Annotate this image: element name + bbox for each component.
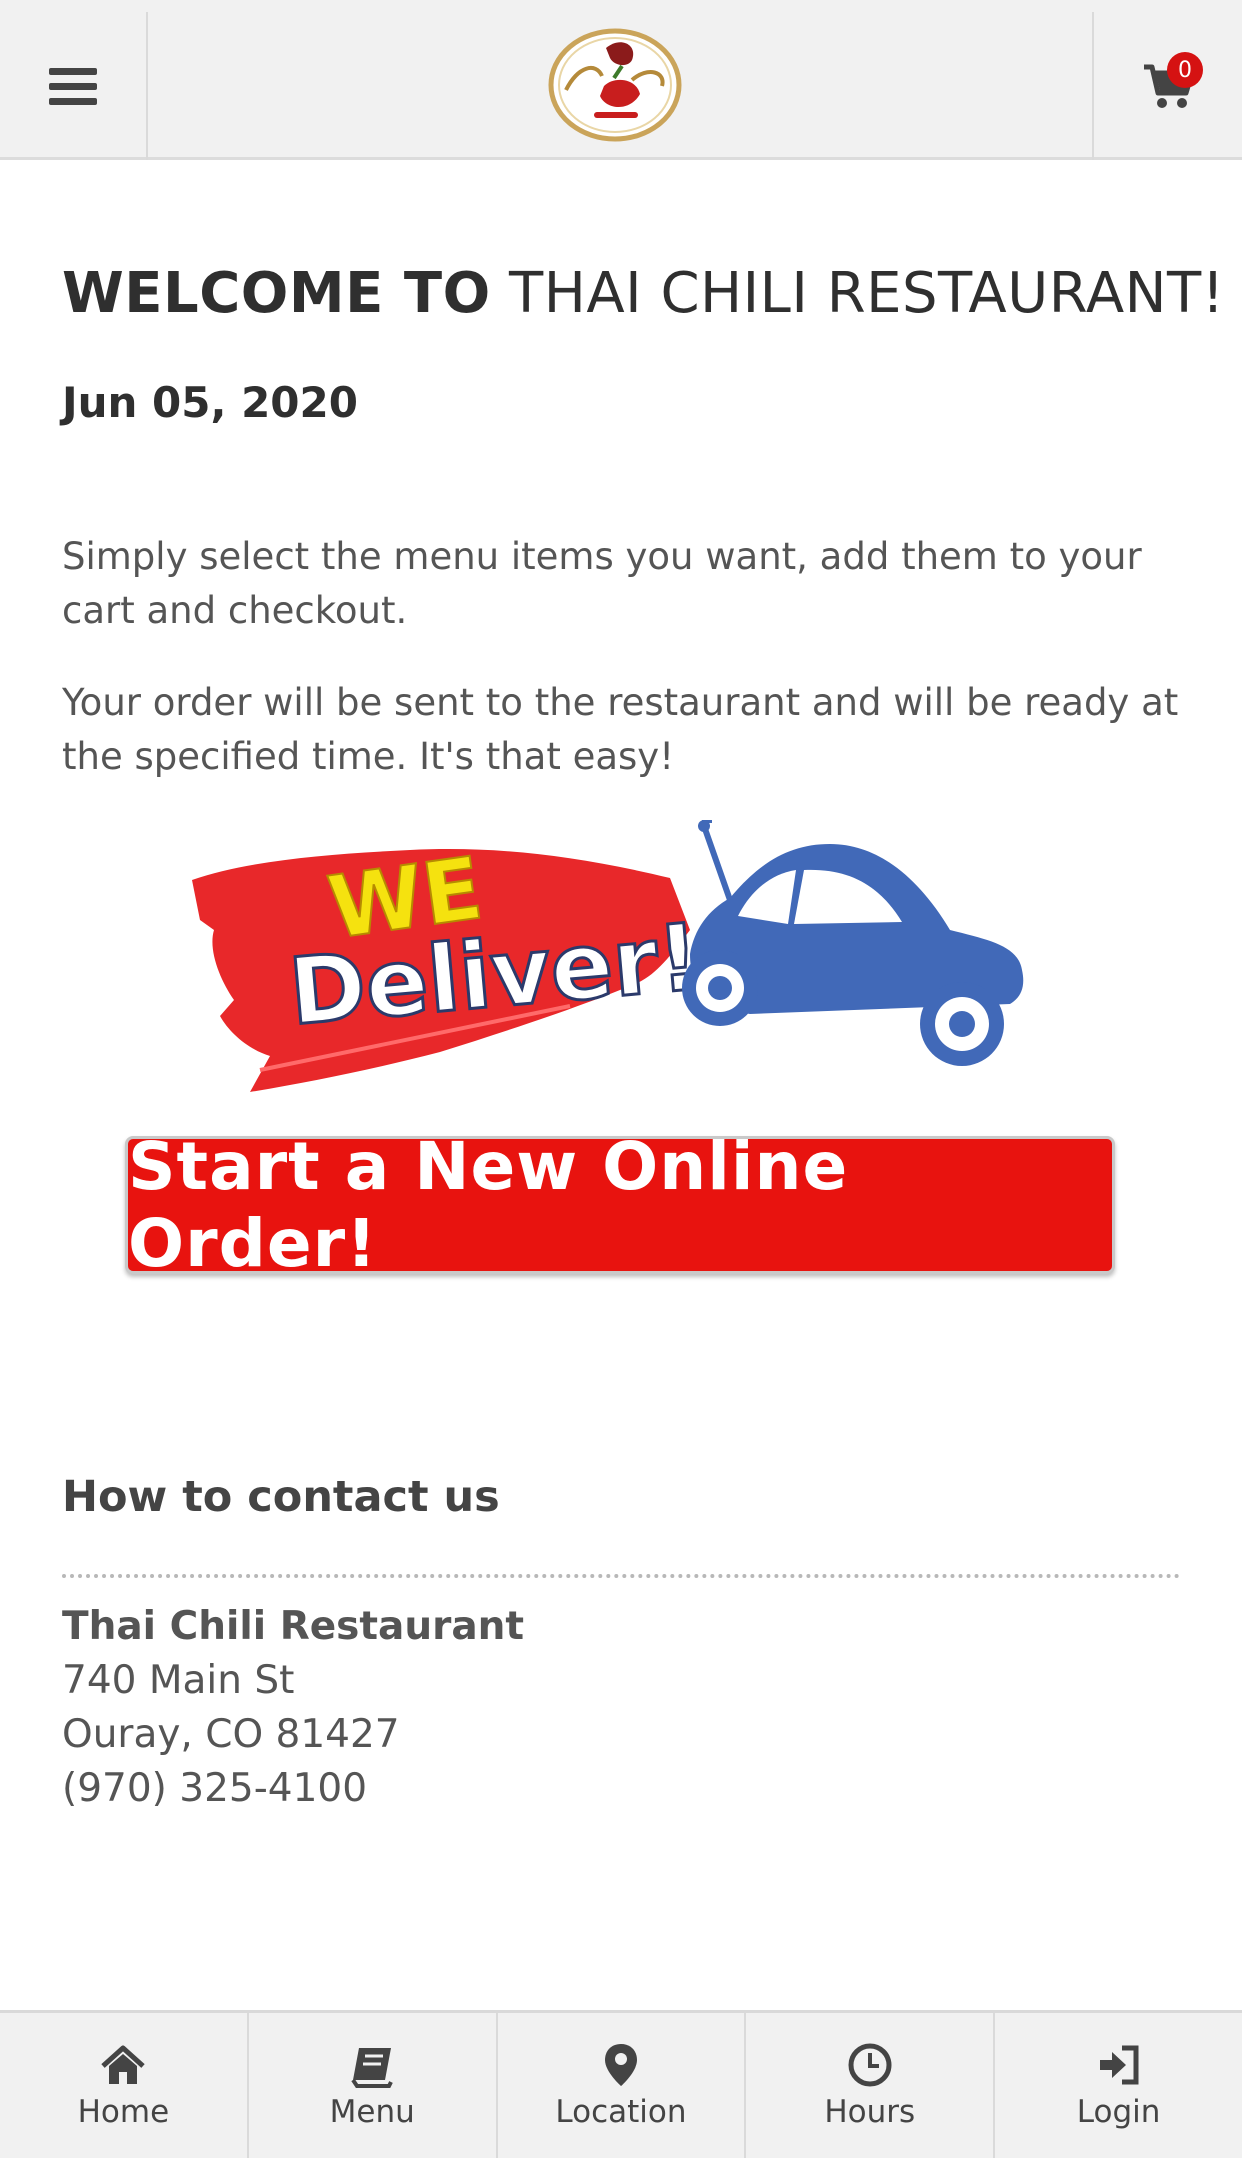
restaurant-title: THAI CHILI RESTAURANT!: [509, 261, 1225, 326]
bottom-navigation: Home Menu Location Hours Login: [0, 2010, 1242, 2158]
nav-login-label: Login: [1076, 2093, 1161, 2130]
contact-city: Ouray, CO 81427: [62, 1712, 400, 1757]
cart-count-badge: 0: [1167, 52, 1203, 88]
restaurant-logo[interactable]: [544, 26, 686, 144]
contact-info: Thai Chili Restaurant 740 Main St Ouray,…: [62, 1600, 524, 1816]
contact-restaurant-name: Thai Chili Restaurant: [62, 1604, 525, 1649]
we-deliver-banner: WE Deliver!: [192, 820, 1024, 1092]
map-pin-icon: [604, 2043, 637, 2086]
start-new-order-button[interactable]: Start a New Online Order!: [125, 1128, 1115, 1282]
sign-in-icon: [1099, 2045, 1139, 2084]
nav-menu[interactable]: Menu: [249, 2013, 498, 2158]
clock-icon: [848, 2043, 892, 2086]
nav-home-label: Home: [77, 2093, 170, 2130]
nav-hours-label: Hours: [824, 2093, 916, 2130]
nav-location[interactable]: Location: [498, 2013, 747, 2158]
hamburger-icon: [49, 68, 97, 105]
home-icon: [101, 2045, 146, 2084]
top-header: 0: [0, 0, 1242, 160]
welcome-prefix: WELCOME TO: [62, 261, 491, 326]
intro-paragraph-2: Your order will be sent to the restauran…: [62, 681, 1179, 778]
contact-heading: How to contact us: [62, 1472, 500, 1522]
nav-menu-label: Menu: [329, 2093, 415, 2130]
book-icon: [351, 2047, 393, 2088]
contact-street: 740 Main St: [62, 1658, 295, 1703]
intro-paragraph-1: Simply select the menu items you want, a…: [62, 535, 1142, 632]
page-title: WELCOME TO THAI CHILI RESTAURANT!: [62, 258, 1224, 330]
nav-home[interactable]: Home: [0, 2013, 249, 2158]
nav-login[interactable]: Login: [995, 2013, 1242, 2158]
menu-toggle-button[interactable]: [0, 12, 148, 160]
nav-hours[interactable]: Hours: [746, 2013, 996, 2158]
cart-button[interactable]: 0: [1092, 12, 1242, 160]
car-icon: [682, 820, 1024, 1066]
divider: [62, 1574, 1180, 1578]
current-date: Jun 05, 2020: [62, 378, 358, 427]
contact-phone[interactable]: (970) 325-4100: [62, 1762, 524, 1816]
nav-location-label: Location: [555, 2093, 687, 2130]
